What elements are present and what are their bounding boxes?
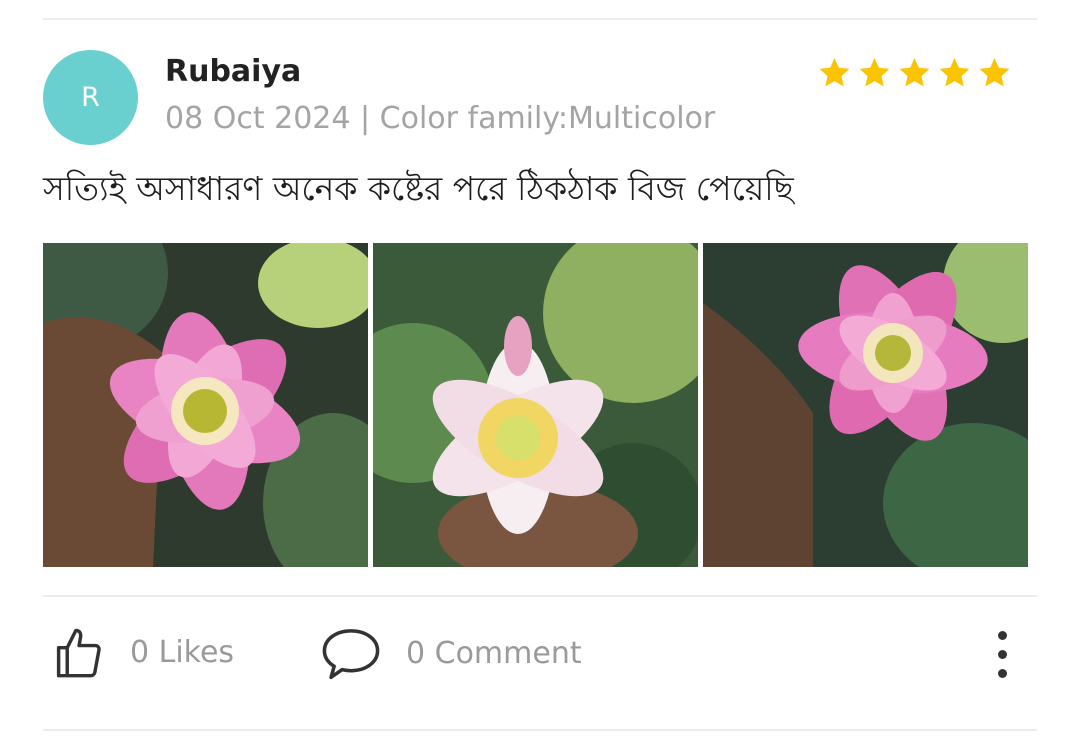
likes-count: 0 Likes: [130, 634, 235, 670]
more-dot: [997, 668, 1007, 678]
bottom-divider: [43, 729, 1037, 731]
star-icon: [819, 58, 850, 87]
top-divider: [43, 18, 1037, 20]
more-options-button[interactable]: [982, 622, 1022, 686]
rating-stars: [817, 54, 1012, 92]
review-photo[interactable]: [703, 243, 1028, 567]
comment-bubble-icon: [322, 629, 380, 680]
like-button[interactable]: 0 Likes: [52, 624, 234, 680]
star-icon: [899, 58, 930, 87]
review-photos: [43, 243, 1028, 567]
review-photo[interactable]: [373, 243, 698, 567]
avatar: R: [43, 50, 138, 145]
star-icon: [939, 58, 970, 87]
thumbs-up-icon: [56, 628, 101, 678]
reviewer-name: Rubaiya: [165, 54, 302, 89]
review-text: সত্যিই অসাধারণ অনেক কষ্টের পরে ঠিকঠাক বি…: [43, 169, 794, 208]
actions-divider: [43, 595, 1037, 597]
review-photo[interactable]: [43, 243, 368, 567]
more-dot: [997, 630, 1007, 640]
comments-count: 0 Comment: [406, 635, 582, 671]
star-icon: [859, 58, 890, 87]
avatar-initial: R: [81, 82, 100, 113]
more-dot: [997, 649, 1007, 659]
review-meta: 08 Oct 2024 | Color family:Multicolor: [165, 101, 716, 136]
comment-button[interactable]: 0 Comment: [320, 624, 582, 682]
star-icon: [979, 58, 1010, 87]
